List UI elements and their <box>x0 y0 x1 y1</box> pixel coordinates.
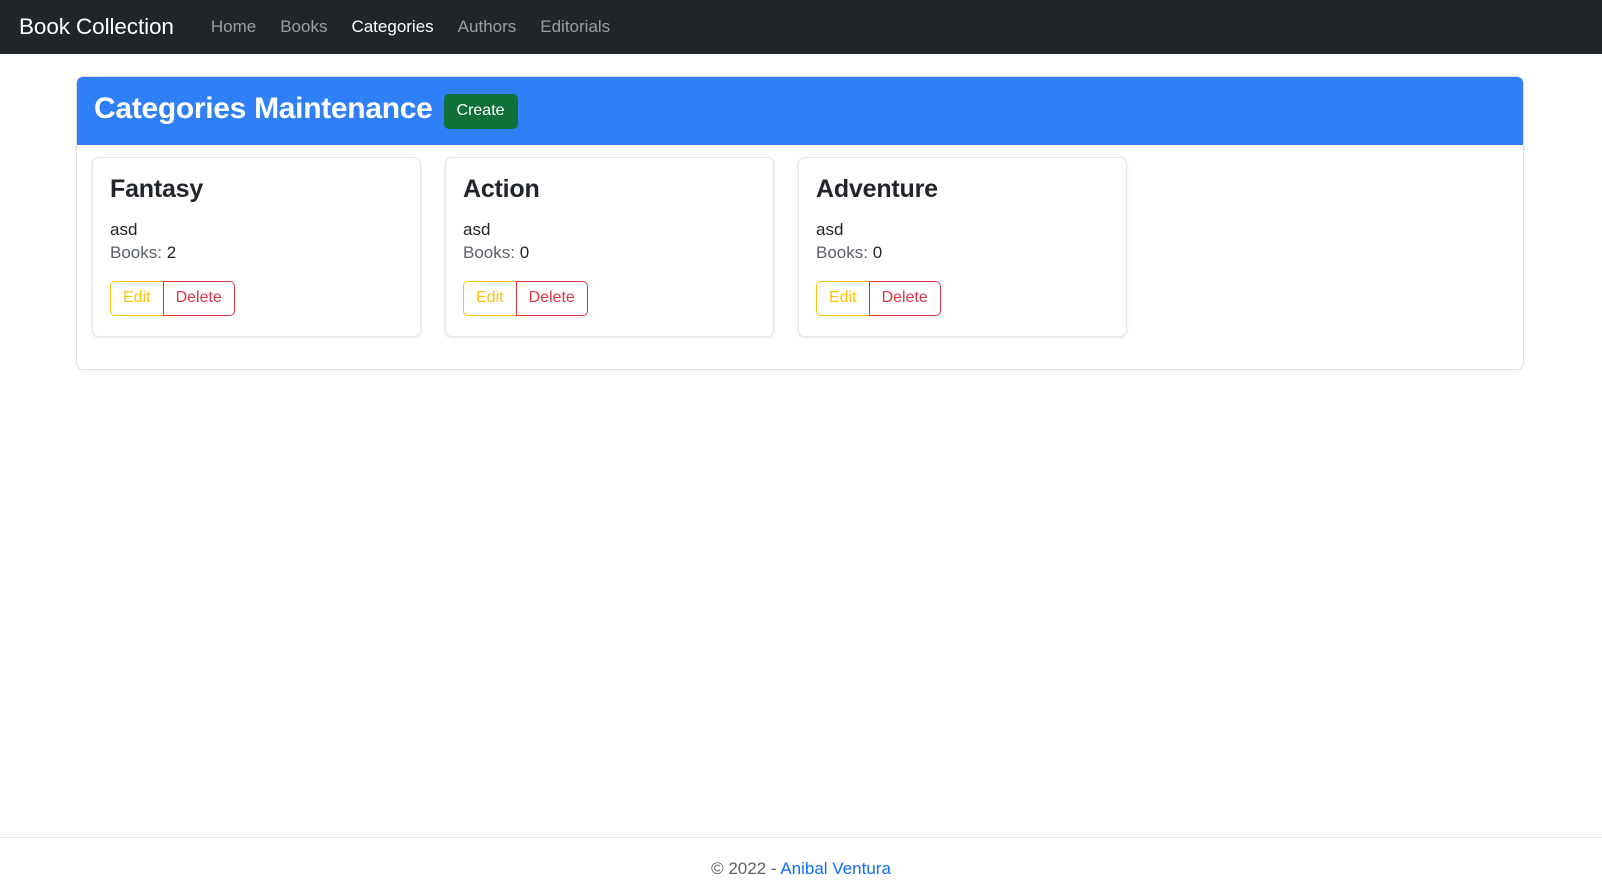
books-label: Books: <box>816 243 868 263</box>
navbar-brand[interactable]: Book Collection <box>19 14 174 40</box>
edit-button[interactable]: Edit <box>463 281 516 317</box>
footer-copyright: © 2022 - <box>711 859 781 878</box>
category-description: asd <box>463 219 491 239</box>
books-value: 0 <box>872 243 883 263</box>
category-card-deck: Fantasy asd Books: 2 Edit Delete Action … <box>77 145 1523 369</box>
nav-link-books[interactable]: Books <box>268 17 339 37</box>
footer-author-link[interactable]: Anibal Ventura <box>780 859 891 878</box>
nav-link-editorials[interactable]: Editorials <box>528 17 622 37</box>
category-card: Fantasy asd Books: 2 Edit Delete <box>92 157 421 338</box>
category-card: Adventure asd Books: 0 Edit Delete <box>798 157 1127 338</box>
category-title: Adventure <box>816 175 938 203</box>
card-actions: Edit Delete <box>463 281 588 317</box>
edit-button[interactable]: Edit <box>110 281 163 317</box>
nav-link-home[interactable]: Home <box>199 17 268 37</box>
create-button[interactable]: Create <box>443 94 518 129</box>
page-title: Categories Maintenance <box>94 92 433 126</box>
category-description: asd <box>816 219 844 239</box>
card-actions: Edit Delete <box>110 281 235 317</box>
books-label: Books: <box>463 243 515 263</box>
category-description: asd <box>110 219 138 239</box>
books-value: 2 <box>166 243 177 263</box>
navbar-links: Home Books Categories Authors Editorials <box>199 17 622 37</box>
delete-button[interactable]: Delete <box>515 281 588 317</box>
nav-link-categories[interactable]: Categories <box>339 17 445 37</box>
card-actions: Edit Delete <box>816 281 941 317</box>
books-value: 0 <box>519 243 530 263</box>
category-card: Action asd Books: 0 Edit Delete <box>445 157 774 338</box>
nav-link-authors[interactable]: Authors <box>446 17 529 37</box>
page-footer: © 2022 - Anibal Ventura <box>0 837 1602 879</box>
page-body: Categories Maintenance Create Fantasy as… <box>0 76 1602 371</box>
category-books-count: Books: 2 <box>110 241 403 265</box>
category-books-count: Books: 0 <box>463 241 756 265</box>
categories-panel: Categories Maintenance Create Fantasy as… <box>76 76 1524 371</box>
delete-button[interactable]: Delete <box>868 281 941 317</box>
panel-header: Categories Maintenance Create <box>77 77 1523 145</box>
top-navbar: Book Collection Home Books Categories Au… <box>0 0 1602 54</box>
category-books-count: Books: 0 <box>816 241 1109 265</box>
books-label: Books: <box>110 243 162 263</box>
category-title: Fantasy <box>110 175 204 203</box>
category-title: Action <box>463 175 540 203</box>
delete-button[interactable]: Delete <box>162 281 235 317</box>
edit-button[interactable]: Edit <box>816 281 869 317</box>
